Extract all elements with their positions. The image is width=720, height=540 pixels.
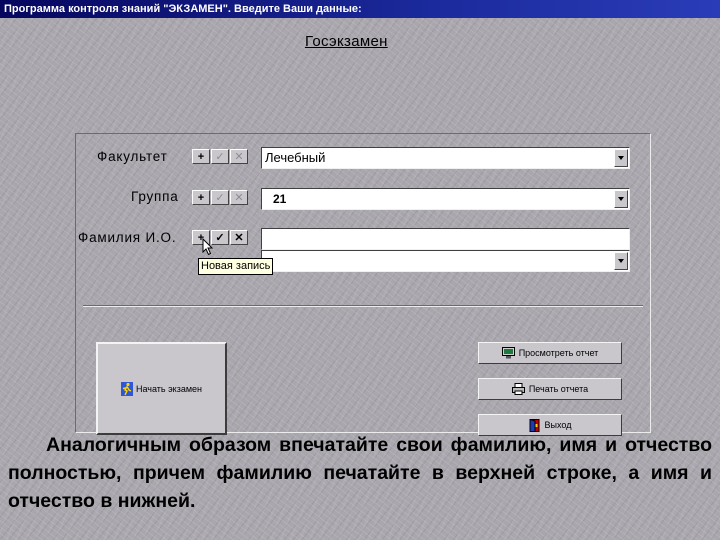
start-exam-button[interactable]: Начать экзамен bbox=[96, 342, 227, 435]
faculty-add-button[interactable]: + bbox=[192, 149, 210, 164]
window-title: Программа контроля знаний "ЭКЗАМЕН". Вве… bbox=[0, 0, 720, 18]
group-label: Группа bbox=[131, 189, 179, 204]
view-report-label: Просмотреть отчет bbox=[518, 348, 599, 358]
group-confirm-button[interactable]: ✓ bbox=[211, 190, 229, 205]
chevron-down-icon[interactable] bbox=[614, 252, 628, 270]
group-add-button[interactable]: + bbox=[192, 190, 210, 205]
mouse-cursor-icon bbox=[202, 238, 214, 256]
faculty-cancel-button[interactable]: ✕ bbox=[230, 149, 248, 164]
exit-label: Выход bbox=[544, 420, 572, 430]
view-report-button[interactable]: Просмотреть отчет bbox=[478, 342, 622, 364]
group-cancel-button[interactable]: ✕ bbox=[230, 190, 248, 205]
faculty-select[interactable]: Лечебный bbox=[261, 147, 630, 169]
initials-select[interactable] bbox=[261, 250, 630, 272]
name-cancel-button[interactable]: ✕ bbox=[230, 230, 248, 245]
print-report-button[interactable]: Печать отчета bbox=[478, 378, 622, 400]
surname-input[interactable] bbox=[261, 228, 630, 250]
chevron-down-icon[interactable] bbox=[614, 190, 628, 208]
faculty-select-value: Лечебный bbox=[265, 150, 326, 165]
faculty-buttons: + ✓ ✕ bbox=[192, 149, 249, 164]
running-man-icon bbox=[120, 381, 133, 396]
faculty-label: Факультет bbox=[97, 149, 168, 164]
start-exam-label: Начать экзамен bbox=[135, 383, 203, 394]
print-report-label: Печать отчета bbox=[528, 384, 589, 394]
name-buttons: + ✓ ✕ bbox=[192, 230, 249, 245]
name-label: Фамилия И.О. bbox=[78, 230, 177, 245]
group-select[interactable]: 21 bbox=[261, 188, 630, 210]
group-buttons: + ✓ ✕ bbox=[192, 190, 249, 205]
printer-icon bbox=[511, 383, 525, 395]
exit-door-icon bbox=[529, 418, 540, 432]
divider bbox=[83, 305, 643, 307]
instruction-text: Аналогичным образом впечатайте свои фами… bbox=[8, 434, 712, 512]
chevron-down-icon[interactable] bbox=[614, 149, 628, 167]
page-title: Госэкзамен bbox=[305, 33, 388, 50]
faculty-confirm-button[interactable]: ✓ bbox=[211, 149, 229, 164]
monitor-icon bbox=[501, 347, 515, 359]
tooltip: Новая запись bbox=[198, 258, 274, 275]
group-select-value: 21 bbox=[273, 192, 287, 206]
